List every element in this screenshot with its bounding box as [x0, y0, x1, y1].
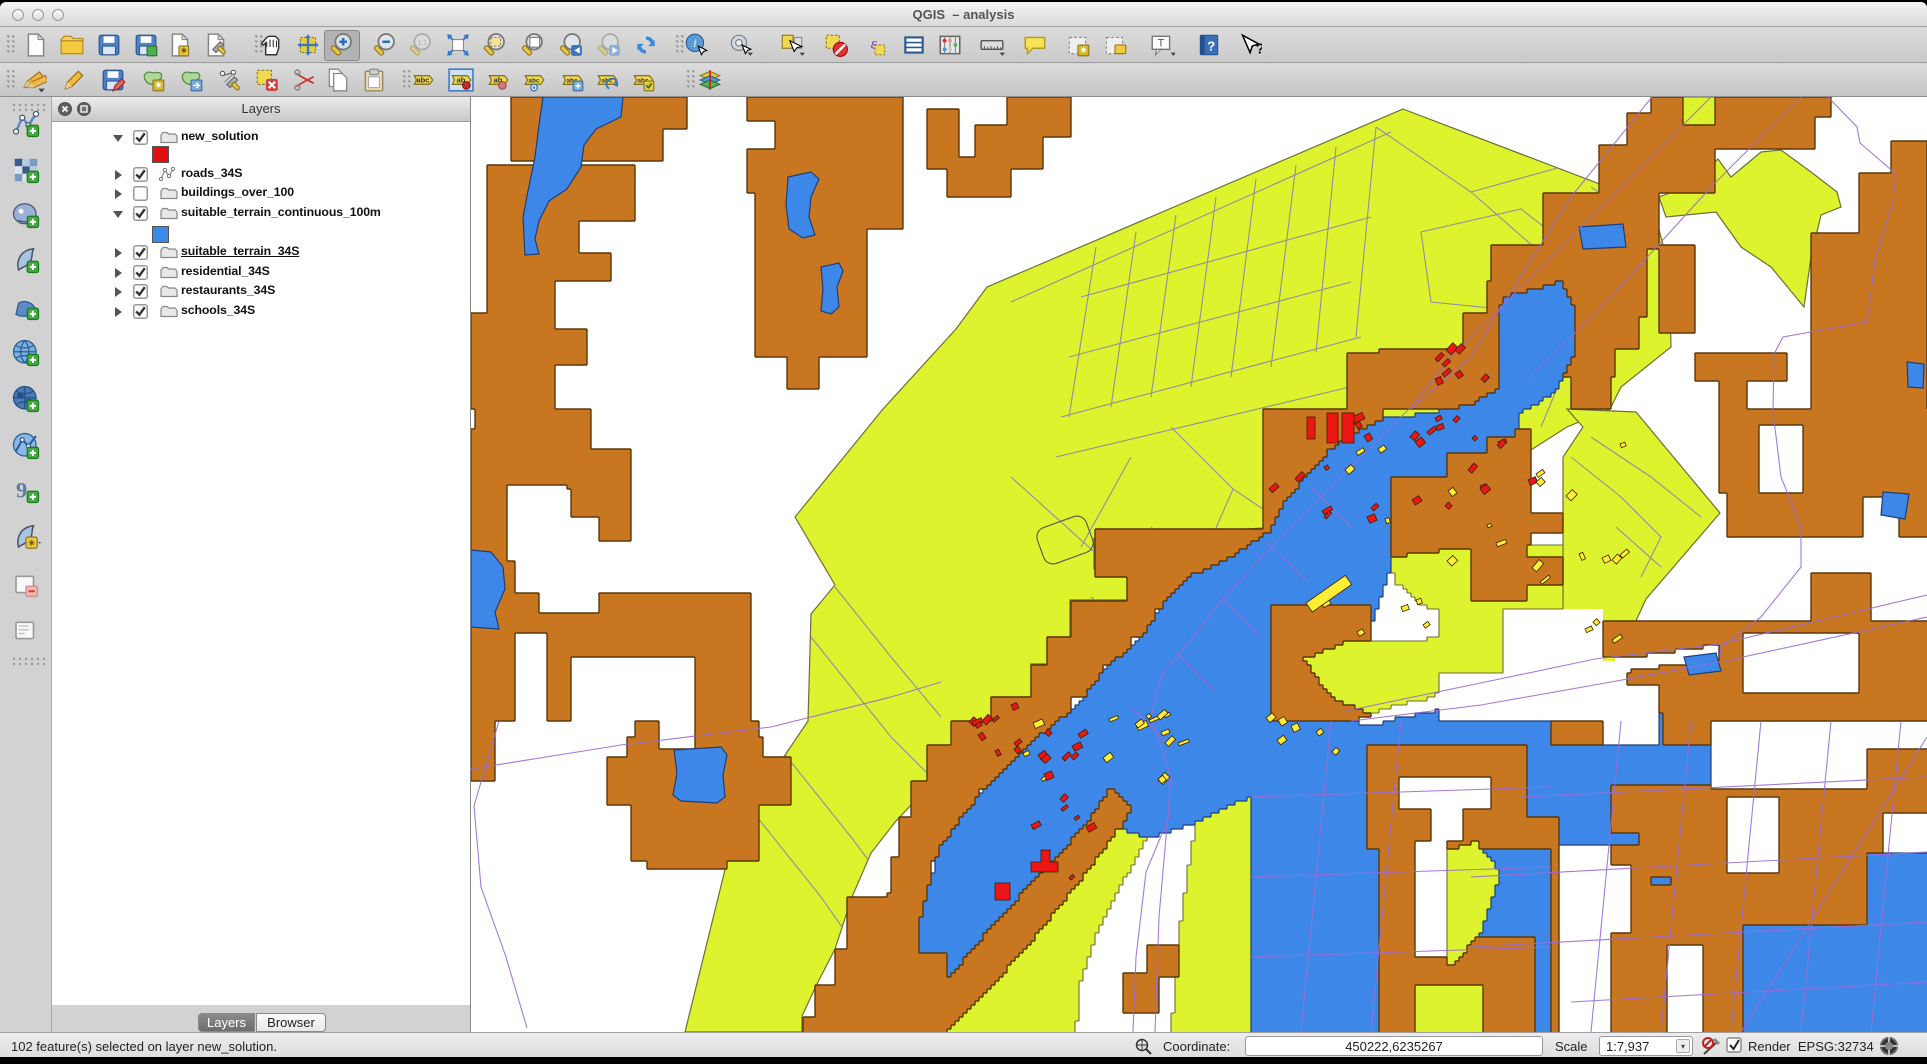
svg-text:1:1: 1:1: [417, 40, 427, 47]
svg-text:✷: ✷: [27, 538, 35, 549]
svg-text:abc: abc: [416, 76, 429, 85]
svg-text:✷: ✷: [180, 46, 188, 57]
svg-text:9: 9: [16, 478, 27, 503]
svg-text:?: ?: [1207, 38, 1215, 53]
svg-text:?: ?: [1256, 41, 1263, 58]
svg-text:✷: ✷: [154, 81, 162, 92]
svg-text:✷: ✷: [1079, 46, 1087, 57]
svg-text:T: T: [1158, 38, 1165, 50]
svg-text:i: i: [693, 36, 696, 50]
